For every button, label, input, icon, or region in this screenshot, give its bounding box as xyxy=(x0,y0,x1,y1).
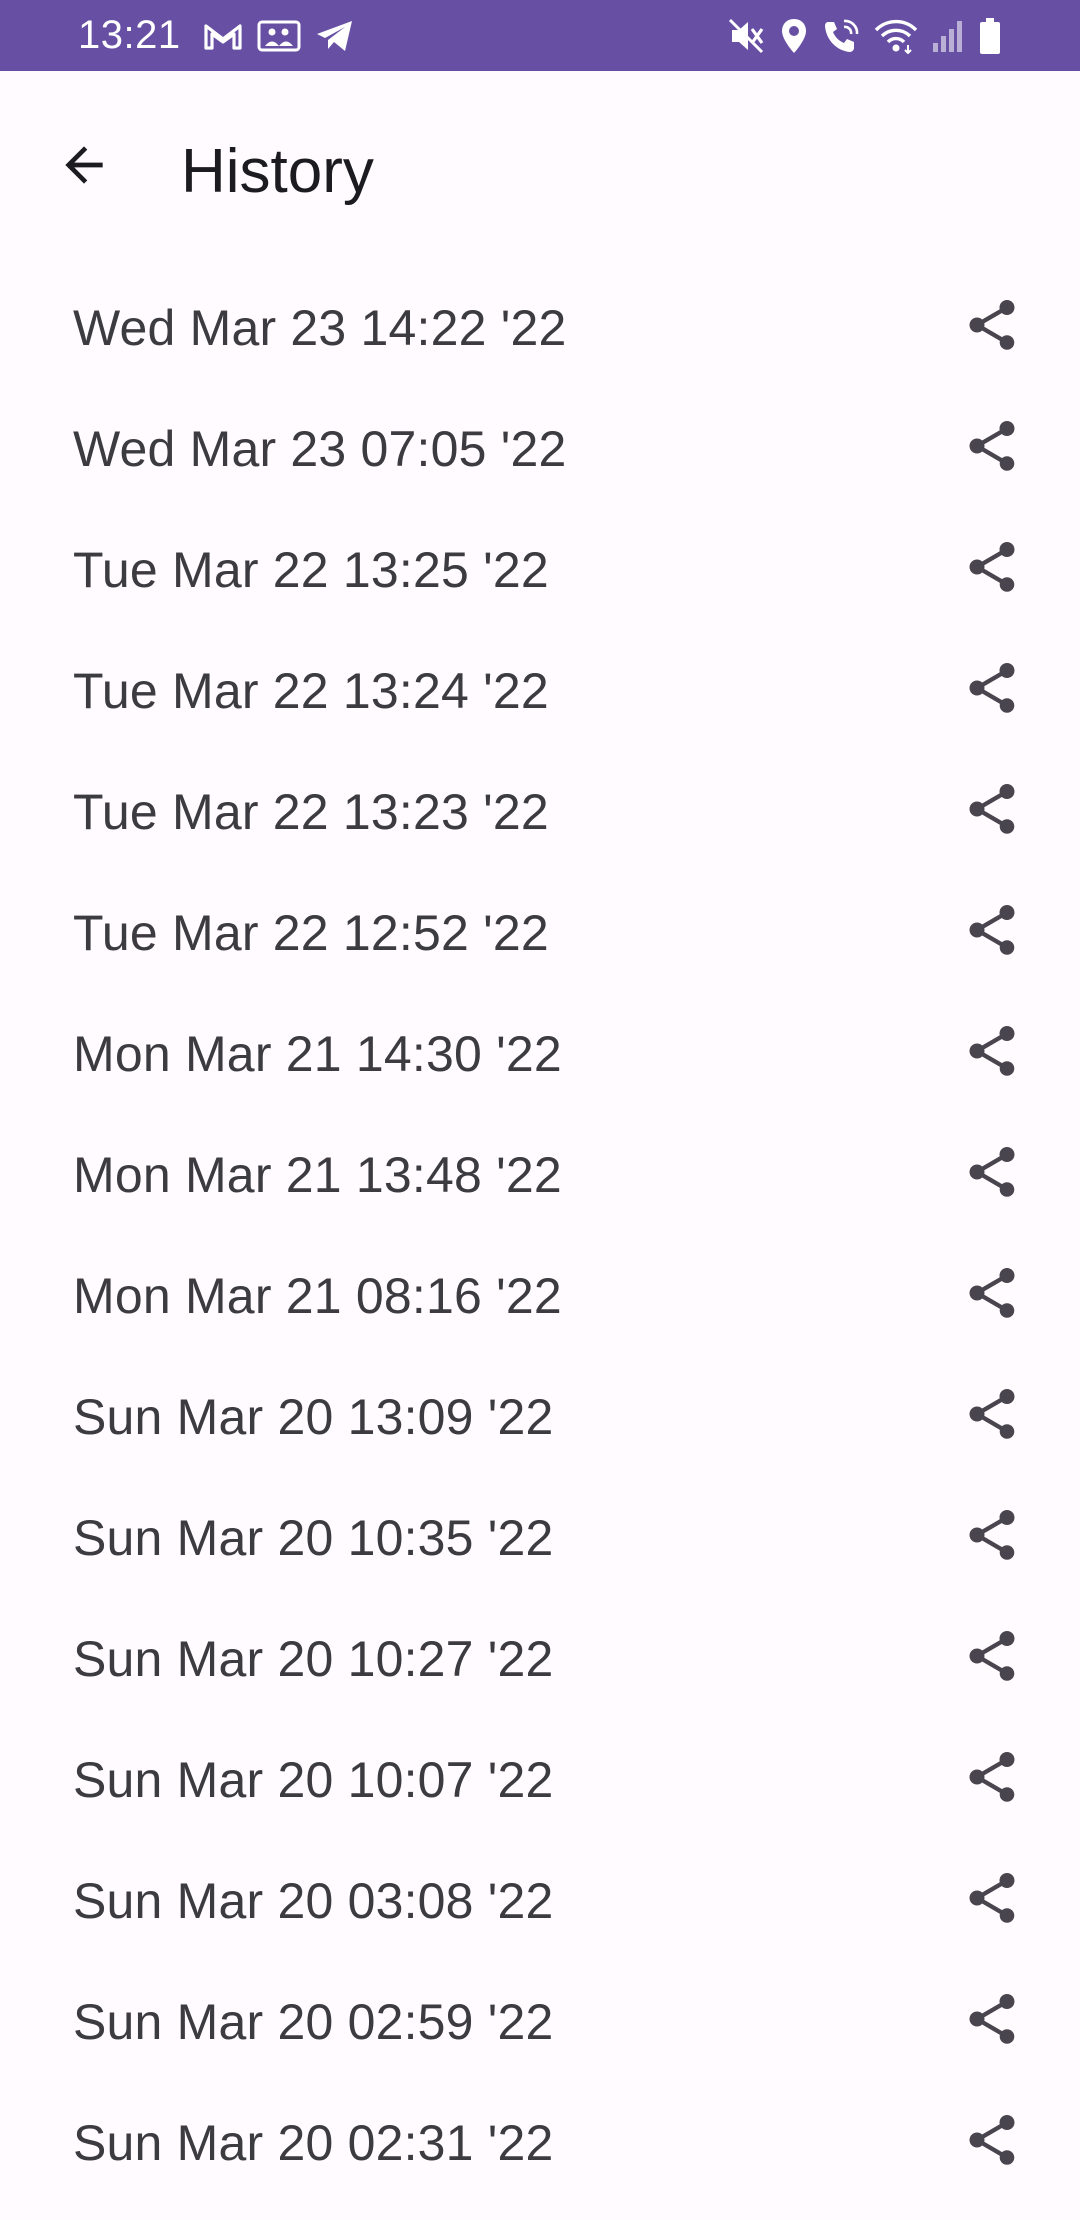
history-item[interactable]: Sun Mar 20 03:08 '22 xyxy=(0,1840,1080,1961)
battery-icon xyxy=(978,17,1002,55)
history-item-date: Tue Mar 22 13:25 '22 xyxy=(73,541,549,598)
history-item[interactable]: Tue Mar 22 13:24 '22 xyxy=(0,630,1080,751)
history-item-date: Tue Mar 22 13:23 '22 xyxy=(73,783,549,840)
share-button[interactable] xyxy=(952,1135,1032,1215)
share-icon xyxy=(962,658,1022,723)
history-item-date: Sun Mar 20 02:59 '22 xyxy=(73,1993,554,2050)
share-icon xyxy=(962,295,1022,360)
history-item-date: Tue Mar 22 13:24 '22 xyxy=(73,662,549,719)
history-item-date: Sun Mar 20 13:09 '22 xyxy=(73,1388,554,1445)
history-item[interactable]: Sun Mar 20 13:09 '22 xyxy=(0,1356,1080,1477)
share-icon xyxy=(962,900,1022,965)
top-app-bar: History xyxy=(0,71,1080,271)
gallery-icon xyxy=(257,20,301,52)
share-button[interactable] xyxy=(952,1498,1032,1578)
history-item-date: Sun Mar 20 10:35 '22 xyxy=(73,1509,554,1566)
share-icon xyxy=(962,1626,1022,1691)
share-icon xyxy=(962,1989,1022,2054)
history-item-date: Wed Mar 23 14:22 '22 xyxy=(73,299,567,356)
share-button[interactable] xyxy=(952,772,1032,852)
history-item[interactable]: Tue Mar 22 12:52 '22 xyxy=(0,872,1080,993)
share-button[interactable] xyxy=(952,1740,1032,1820)
share-button[interactable] xyxy=(952,530,1032,610)
share-button[interactable] xyxy=(952,1256,1032,1336)
share-button[interactable] xyxy=(952,893,1032,973)
signal-icon xyxy=(932,19,964,53)
history-item[interactable]: Wed Mar 23 14:22 '22 xyxy=(0,267,1080,388)
history-item-date: Mon Mar 21 14:30 '22 xyxy=(73,1025,562,1082)
share-button[interactable] xyxy=(952,1861,1032,1941)
share-icon xyxy=(962,1384,1022,1449)
history-list: Wed Mar 23 14:22 '22 Wed Mar 23 07:05 '22… xyxy=(0,267,1080,2203)
history-item[interactable]: Sun Mar 20 02:31 '22 xyxy=(0,2082,1080,2203)
arrow-back-icon xyxy=(56,137,112,198)
history-item-date: Sun Mar 20 10:27 '22 xyxy=(73,1630,554,1687)
history-item-date: Tue Mar 22 12:52 '22 xyxy=(73,904,549,961)
history-item[interactable]: Mon Mar 21 13:48 '22 xyxy=(0,1114,1080,1235)
share-icon xyxy=(962,1142,1022,1207)
gmail-icon xyxy=(203,21,243,51)
history-item[interactable]: Sun Mar 20 02:59 '22 xyxy=(0,1961,1080,2082)
back-button[interactable] xyxy=(44,127,124,207)
history-item[interactable]: Tue Mar 22 13:25 '22 xyxy=(0,509,1080,630)
history-item[interactable]: Sun Mar 20 10:07 '22 xyxy=(0,1719,1080,1840)
share-button[interactable] xyxy=(952,2103,1032,2183)
share-button[interactable] xyxy=(952,1014,1032,1094)
share-icon xyxy=(962,1021,1022,1086)
mute-icon xyxy=(728,18,766,54)
history-item[interactable]: Mon Mar 21 08:16 '22 xyxy=(0,1235,1080,1356)
share-button[interactable] xyxy=(952,1377,1032,1457)
history-item[interactable]: Mon Mar 21 14:30 '22 xyxy=(0,993,1080,1114)
history-item-date: Sun Mar 20 02:31 '22 xyxy=(73,2114,554,2171)
share-button[interactable] xyxy=(952,651,1032,731)
wifi-calling-icon xyxy=(822,18,860,54)
location-icon xyxy=(780,18,808,54)
share-icon xyxy=(962,1505,1022,1570)
history-item-date: Wed Mar 23 07:05 '22 xyxy=(73,420,567,477)
history-item[interactable]: Sun Mar 20 10:27 '22 xyxy=(0,1598,1080,1719)
share-icon xyxy=(962,1263,1022,1328)
status-bar: 13:21 xyxy=(0,0,1080,71)
history-item[interactable]: Tue Mar 22 13:23 '22 xyxy=(0,751,1080,872)
share-button[interactable] xyxy=(952,1619,1032,1699)
status-system-icons xyxy=(728,0,1002,71)
history-item[interactable]: Wed Mar 23 07:05 '22 xyxy=(0,388,1080,509)
share-icon xyxy=(962,1747,1022,1812)
history-item-date: Sun Mar 20 03:08 '22 xyxy=(73,1872,554,1929)
page-title: History xyxy=(181,137,374,206)
share-icon xyxy=(962,537,1022,602)
telegram-icon xyxy=(315,19,355,53)
history-item[interactable]: Sun Mar 20 10:35 '22 xyxy=(0,1477,1080,1598)
history-item-date: Mon Mar 21 13:48 '22 xyxy=(73,1146,562,1203)
share-button[interactable] xyxy=(952,1982,1032,2062)
history-item-date: Sun Mar 20 10:07 '22 xyxy=(73,1751,554,1808)
wifi-icon xyxy=(874,18,918,54)
history-item-date: Mon Mar 21 08:16 '22 xyxy=(73,1267,562,1324)
status-time: 13:21 xyxy=(78,13,181,57)
share-button[interactable] xyxy=(952,288,1032,368)
share-icon xyxy=(962,779,1022,844)
share-icon xyxy=(962,2110,1022,2175)
status-notification-icons xyxy=(203,19,355,53)
share-button[interactable] xyxy=(952,409,1032,489)
share-icon xyxy=(962,1868,1022,1933)
share-icon xyxy=(962,416,1022,481)
